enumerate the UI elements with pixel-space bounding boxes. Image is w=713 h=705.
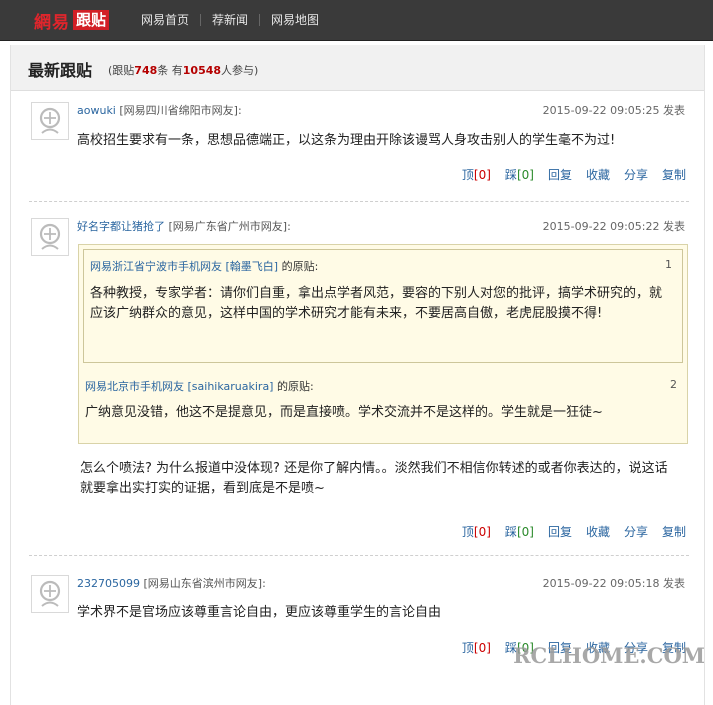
copy-button[interactable]: 复制 xyxy=(662,166,686,183)
comment-divider xyxy=(29,555,689,556)
quote-text: 各种教授，专家学者：请你们自重，拿出点学者风范，要容的下别人对您的批评，搞学术研… xyxy=(90,286,663,321)
comment-time: 2015-09-22 09:05:22 发表 xyxy=(542,220,685,233)
quote-suffix: 的原贴: xyxy=(276,380,314,393)
user-count: 10548 xyxy=(182,64,222,77)
upvote-label: 顶 xyxy=(461,641,474,655)
quote-box-1: 网易浙江省宁波市手机网友 [翰墨飞白] 的原贴: 1 各种教授，专家学者：请你们… xyxy=(83,249,683,363)
downvote-count: [0] xyxy=(516,525,534,539)
quote-suffix: 的原贴: xyxy=(281,260,319,273)
site-watermark: RCLHOME.COM xyxy=(513,643,705,668)
quote-floor-number: 1 xyxy=(665,258,672,271)
quote-author[interactable]: 网易北京市手机网友 [saihikaruakira] 的原贴: xyxy=(85,378,314,394)
logo-product: 跟贴 xyxy=(73,10,110,30)
avatar[interactable] xyxy=(31,575,69,613)
quote-author-name[interactable]: 网易北京市手机网友 [saihikaruakira] xyxy=(85,380,273,393)
upvote-button[interactable]: 顶[0] xyxy=(462,523,491,540)
nav-link-recommended-news[interactable]: 荐新闻 xyxy=(200,14,259,26)
comment-author[interactable]: 好名字都让猪抢了 [网易广东省广州市网友]: xyxy=(77,218,291,234)
author-location: [网易山东省滨州市网友]: xyxy=(143,577,266,590)
default-avatar-icon xyxy=(32,219,68,255)
author-name[interactable]: aowuki xyxy=(77,104,116,117)
downvote-count: [0] xyxy=(516,168,534,182)
post-count: 748 xyxy=(134,64,158,77)
share-button[interactable]: 分享 xyxy=(624,166,648,183)
comment-author[interactable]: aowuki [网易四川省绵阳市网友]: xyxy=(77,102,242,118)
upvote-count: [0] xyxy=(473,641,491,655)
downvote-button[interactable]: 踩[0] xyxy=(505,523,534,540)
comments-panel: 最新跟贴 (跟贴748条 有10548人参与) aowuki [网易四川省绵阳市… xyxy=(10,45,705,705)
favorite-button[interactable]: 收藏 xyxy=(586,523,610,540)
top-nav: 网易首页 荐新闻 网易地图 xyxy=(130,0,330,40)
author-location: [网易广东省广州市网友]: xyxy=(168,220,291,233)
quote-author-name[interactable]: 网易浙江省宁波市手机网友 [翰墨飞白] xyxy=(90,260,278,273)
nav-link-sitemap[interactable]: 网易地图 xyxy=(259,14,330,26)
default-avatar-icon xyxy=(32,576,68,612)
upvote-button[interactable]: 顶[0] xyxy=(462,166,491,183)
avatar[interactable] xyxy=(31,218,69,256)
panel-title: 最新跟贴 xyxy=(28,61,93,80)
author-name[interactable]: 232705099 xyxy=(77,577,140,590)
upvote-count: [0] xyxy=(473,168,491,182)
downvote-label: 踩 xyxy=(504,525,517,539)
reply-button[interactable]: 回复 xyxy=(548,166,572,183)
author-location: [网易四川省绵阳市网友]: xyxy=(119,104,242,117)
favorite-button[interactable]: 收藏 xyxy=(586,166,610,183)
stats-prefix: (跟贴 xyxy=(108,64,135,77)
netease-logo[interactable]: 網易 跟贴 xyxy=(34,9,110,33)
panel-stats: (跟贴748条 有10548人参与) xyxy=(108,62,258,78)
comment-time: 2015-09-22 09:05:25 发表 xyxy=(542,104,685,117)
stats-mid: 条 有 xyxy=(157,64,183,77)
default-avatar-icon xyxy=(32,103,68,139)
comment-actions: 顶[0] 踩[0] 回复 收藏 分享 复制 xyxy=(448,523,686,540)
stats-suffix: 人参与) xyxy=(221,64,259,77)
top-navigation-bar: 網易 跟贴 网易首页 荐新闻 网易地图 xyxy=(0,0,713,41)
reply-button[interactable]: 回复 xyxy=(548,523,572,540)
comment-time: 2015-09-22 09:05:18 发表 xyxy=(542,577,685,590)
comment-text: 学术界不是官场应该尊重言论自由，更应该尊重学生的言论自由 xyxy=(77,605,442,620)
comment-author[interactable]: 232705099 [网易山东省滨州市网友]: xyxy=(77,575,266,591)
nav-link-home[interactable]: 网易首页 xyxy=(130,14,200,26)
quote-floor-number: 2 xyxy=(670,378,677,391)
upvote-button[interactable]: 顶[0] xyxy=(462,639,491,656)
comment-divider xyxy=(29,201,689,202)
quote-thread: 网易浙江省宁波市手机网友 [翰墨飞白] 的原贴: 1 各种教授，专家学者：请你们… xyxy=(78,244,688,444)
quote-text: 广纳意见没错，他这不是提意见，而是直接喷。学术交流并不是这样的。学生就是一狂徒~ xyxy=(85,405,603,420)
downvote-label: 踩 xyxy=(504,168,517,182)
panel-header: 最新跟贴 (跟贴748条 有10548人参与) xyxy=(11,45,704,91)
comment-text: 怎么个喷法? 为什么报道中没体现? 还是你了解内情。。淡然我们不相信你转述的或者… xyxy=(80,461,668,496)
quote-author[interactable]: 网易浙江省宁波市手机网友 [翰墨飞白] 的原贴: xyxy=(90,258,318,274)
comment-actions: 顶[0] 踩[0] 回复 收藏 分享 复制 xyxy=(448,166,686,183)
upvote-label: 顶 xyxy=(461,525,474,539)
copy-button[interactable]: 复制 xyxy=(662,523,686,540)
logo-brand: 網易 xyxy=(34,12,70,33)
author-name[interactable]: 好名字都让猪抢了 xyxy=(77,220,165,233)
share-button[interactable]: 分享 xyxy=(624,523,648,540)
avatar[interactable] xyxy=(31,102,69,140)
upvote-label: 顶 xyxy=(461,168,474,182)
downvote-button[interactable]: 踩[0] xyxy=(505,166,534,183)
comment-text: 高校招生要求有一条，思想品德端正，以这条为理由开除该谩骂人身攻击别人的学生毫不为… xyxy=(77,133,616,148)
upvote-count: [0] xyxy=(473,525,491,539)
